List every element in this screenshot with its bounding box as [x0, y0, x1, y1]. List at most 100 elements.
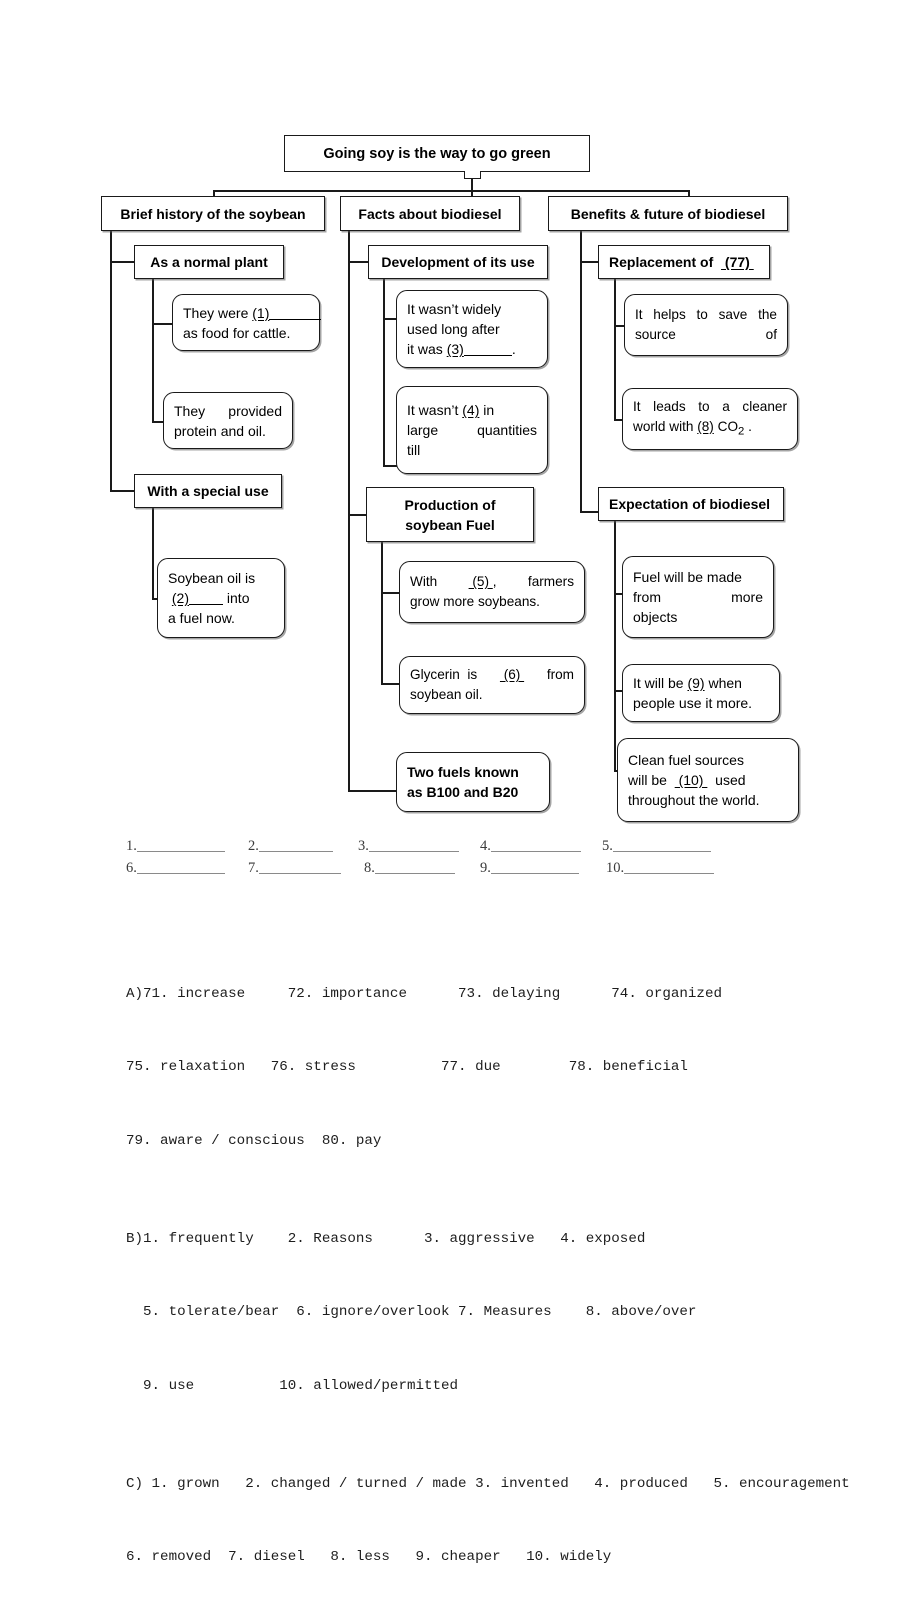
leaf-soybean-oil-is-into-a-fuel-now: Soybean oil is (2) into a fuel now.	[157, 558, 285, 638]
sub-heading-with-a-special-use: With a special use	[134, 474, 282, 508]
answer-key-text: 1. frequently 2. Reasons 3. aggressive 4…	[143, 1230, 646, 1247]
leaf-line: It leads to a cleaner	[633, 398, 787, 414]
connector-branch2-spine	[348, 231, 350, 791]
diagram-title: Going soy is the way to go green	[323, 145, 551, 162]
answer-key-text: 9. use 10. allowed/permitted	[126, 1377, 459, 1394]
leaf-line: Fuel will be made	[633, 569, 742, 585]
answer-blank-item[interactable]: 1.	[126, 838, 248, 855]
sub-heading-production-of-soybean-fuel: Production of soybean Fuel	[366, 487, 534, 542]
branch-heading-brief-history: Brief history of the soybean	[101, 196, 325, 231]
connector-branch1-to-sub1	[110, 261, 134, 263]
connector-branch1-spine	[110, 231, 112, 490]
connector-sub22-spine	[381, 542, 383, 684]
sub-heading-development-of-its-use: Development of its use	[368, 245, 548, 279]
answer-blank-item[interactable]: 4.	[480, 838, 602, 855]
answer-key-line: 5. tolerate/bear 6. ignore/overlook 7. M…	[126, 1300, 886, 1325]
answer-key-text: 75. relaxation 76. stress 77. due 78. be…	[126, 1059, 688, 1075]
connector-level1-bar	[213, 190, 689, 192]
connector-sub11-spine	[152, 279, 154, 423]
sub-heading-expectation-of-biodiesel: Expectation of biodiesel	[598, 487, 784, 521]
answer-blank-item[interactable]: 10.	[606, 860, 736, 877]
answer-key-text: 5. tolerate/bear 6. ignore/overlook 7. M…	[126, 1304, 697, 1320]
answer-key-text: 79. aware / conscious 80. pay	[126, 1132, 382, 1149]
leaf-they-were-food-for-cattle: They were (1) as food for cattle.	[172, 294, 322, 351]
leaf-line: throughout the world.	[628, 792, 760, 808]
answer-blank-item[interactable]: 6.	[126, 860, 248, 877]
leaf-glycerin-is-from-soybean-oil: Glycerin is (6) from soybean oil.	[399, 656, 585, 714]
sub-heading-as-a-normal-plant: As a normal plant	[134, 245, 284, 279]
leaf-line: Glycerin is (6) from	[410, 667, 574, 682]
diagram-title-box: Going soy is the way to go green	[284, 135, 590, 172]
leaf-it-helps-to-save-the-source-of: It helps to save the source of	[624, 294, 788, 356]
answer-blank-item[interactable]: 5.	[602, 838, 732, 855]
answer-blank-row: 1. 2. 3. 4. 5.	[126, 838, 826, 860]
answer-key-section-label: C)	[126, 1475, 144, 1492]
answer-key: A)71. increase 72. importance 73. delayi…	[126, 908, 886, 1619]
answer-key-line: C) 1. grown 2. changed / turned / made 3…	[126, 1472, 886, 1497]
branch-heading-label: Facts about biodiesel	[358, 205, 502, 222]
branch-heading-benefits-future: Benefits & future of biodiesel	[548, 196, 788, 231]
sub-heading-label: Production of	[404, 496, 496, 513]
answer-blank-item[interactable]: 9.	[480, 860, 606, 877]
leaf-two-fuels-known-as-b100-and-b20: Two fuels known as B100 and B20	[396, 752, 550, 812]
answer-key-text: 1. grown 2. changed / turned / made 3. i…	[143, 1475, 850, 1492]
connector-sub11-to-leaf1	[152, 323, 172, 325]
leaf-line: Two fuels known	[407, 764, 519, 780]
answer-key-line: A)71. increase 72. importance 73. delayi…	[126, 982, 886, 1007]
answer-blank-item[interactable]: 3.	[358, 838, 480, 855]
answer-key-line: 79. aware / conscious 80. pay	[126, 1129, 886, 1154]
branch-heading-label: Benefits & future of biodiesel	[570, 205, 766, 222]
answer-key-line: B)1. frequently 2. Reasons 3. aggressive…	[126, 1227, 886, 1252]
leaf-it-wasnt-widely-used: It wasn’t widely used long after it was …	[396, 290, 548, 368]
leaf-line: will be (10) used	[628, 772, 746, 788]
answer-blank-item[interactable]: 8.	[364, 860, 480, 877]
answer-blank-lines: 1. 2. 3. 4. 5. 6. 7. 8. 9. 10.	[126, 838, 826, 882]
answer-blank-row: 6. 7. 8. 9. 10.	[126, 860, 826, 882]
branch-heading-facts-about-biodiesel: Facts about biodiesel	[340, 196, 520, 231]
leaf-line: as food for cattle.	[183, 324, 291, 341]
leaf-line: Clean fuel sources	[628, 752, 744, 768]
leaf-line: world with (8) CO2 .	[633, 418, 752, 438]
connector-branch1-to-sub2	[110, 490, 134, 492]
leaf-line: as B100 and B20	[407, 784, 519, 800]
leaf-clean-fuel-sources-widely-used: Clean fuel sources will be (10) used thr…	[617, 738, 799, 822]
branch-heading-label: Brief history of the soybean	[120, 205, 306, 222]
sub-heading-label: Expectation of biodiesel	[609, 496, 771, 512]
leaf-line: They were (1)	[183, 303, 322, 323]
leaf-line: It will be (9) when	[633, 675, 742, 691]
leaf-line: objects	[633, 609, 678, 625]
connector-sub31-spine	[614, 279, 616, 420]
leaf-it-leads-to-a-cleaner-world: It leads to a cleaner world with (8) CO2 .	[622, 388, 798, 450]
sub-heading-label: soybean Fuel	[405, 516, 495, 533]
leaf-line: soybean oil.	[410, 687, 483, 702]
sub-heading-label: Replacement of (77)	[609, 254, 754, 270]
connector-sub32-spine	[614, 521, 616, 771]
leaf-fuel-will-be-made-from-more-objects: Fuel will be made from more objects	[622, 556, 774, 638]
leaf-with-farmers-grow-more-soybeans: With (5) , farmers grow more soybeans.	[399, 561, 585, 623]
leaf-line: large quantities	[407, 422, 537, 438]
answer-key-line: 6. removed 7. diesel 8. less 9. cheaper …	[126, 1545, 886, 1570]
leaf-line: grow more soybeans.	[410, 594, 540, 609]
leaf-line: used long after	[407, 321, 500, 337]
title-notch-icon	[464, 171, 481, 179]
leaf-line: it was (3).	[407, 341, 516, 357]
leaf-line: a fuel now.	[168, 610, 235, 626]
leaf-line: With (5) , farmers	[410, 574, 574, 589]
leaf-line: (2) into	[171, 590, 250, 606]
leaf-line: They provided	[174, 402, 282, 419]
flowchart-diagram: Going soy is the way to go green Brief h…	[0, 0, 920, 840]
answer-key-line: 9. use 10. allowed/permitted	[126, 1374, 886, 1399]
answer-key-line: 75. relaxation 76. stress 77. due 78. be…	[126, 1055, 886, 1080]
sub-heading-replacement-of: Replacement of (77)	[598, 245, 770, 279]
answer-blank-item[interactable]: 7.	[248, 860, 364, 877]
leaf-line: till	[407, 442, 421, 458]
leaf-it-wasnt-in-large-quantities: It wasn’t (4) in large quantities till	[396, 386, 548, 474]
answer-key-section-label: B)	[126, 1230, 144, 1247]
answer-key-text: 6. removed 7. diesel 8. less 9. cheaper …	[126, 1549, 612, 1565]
connector-sub12-spine	[152, 508, 154, 600]
answer-key-section-label: A)	[126, 985, 144, 1002]
connector-branch2-to-sub3	[348, 790, 396, 792]
answer-blank-item[interactable]: 2.	[248, 838, 358, 855]
answer-key-text: 71. increase 72. importance 73. delaying…	[143, 985, 722, 1002]
sub-heading-label: As a normal plant	[150, 254, 268, 270]
